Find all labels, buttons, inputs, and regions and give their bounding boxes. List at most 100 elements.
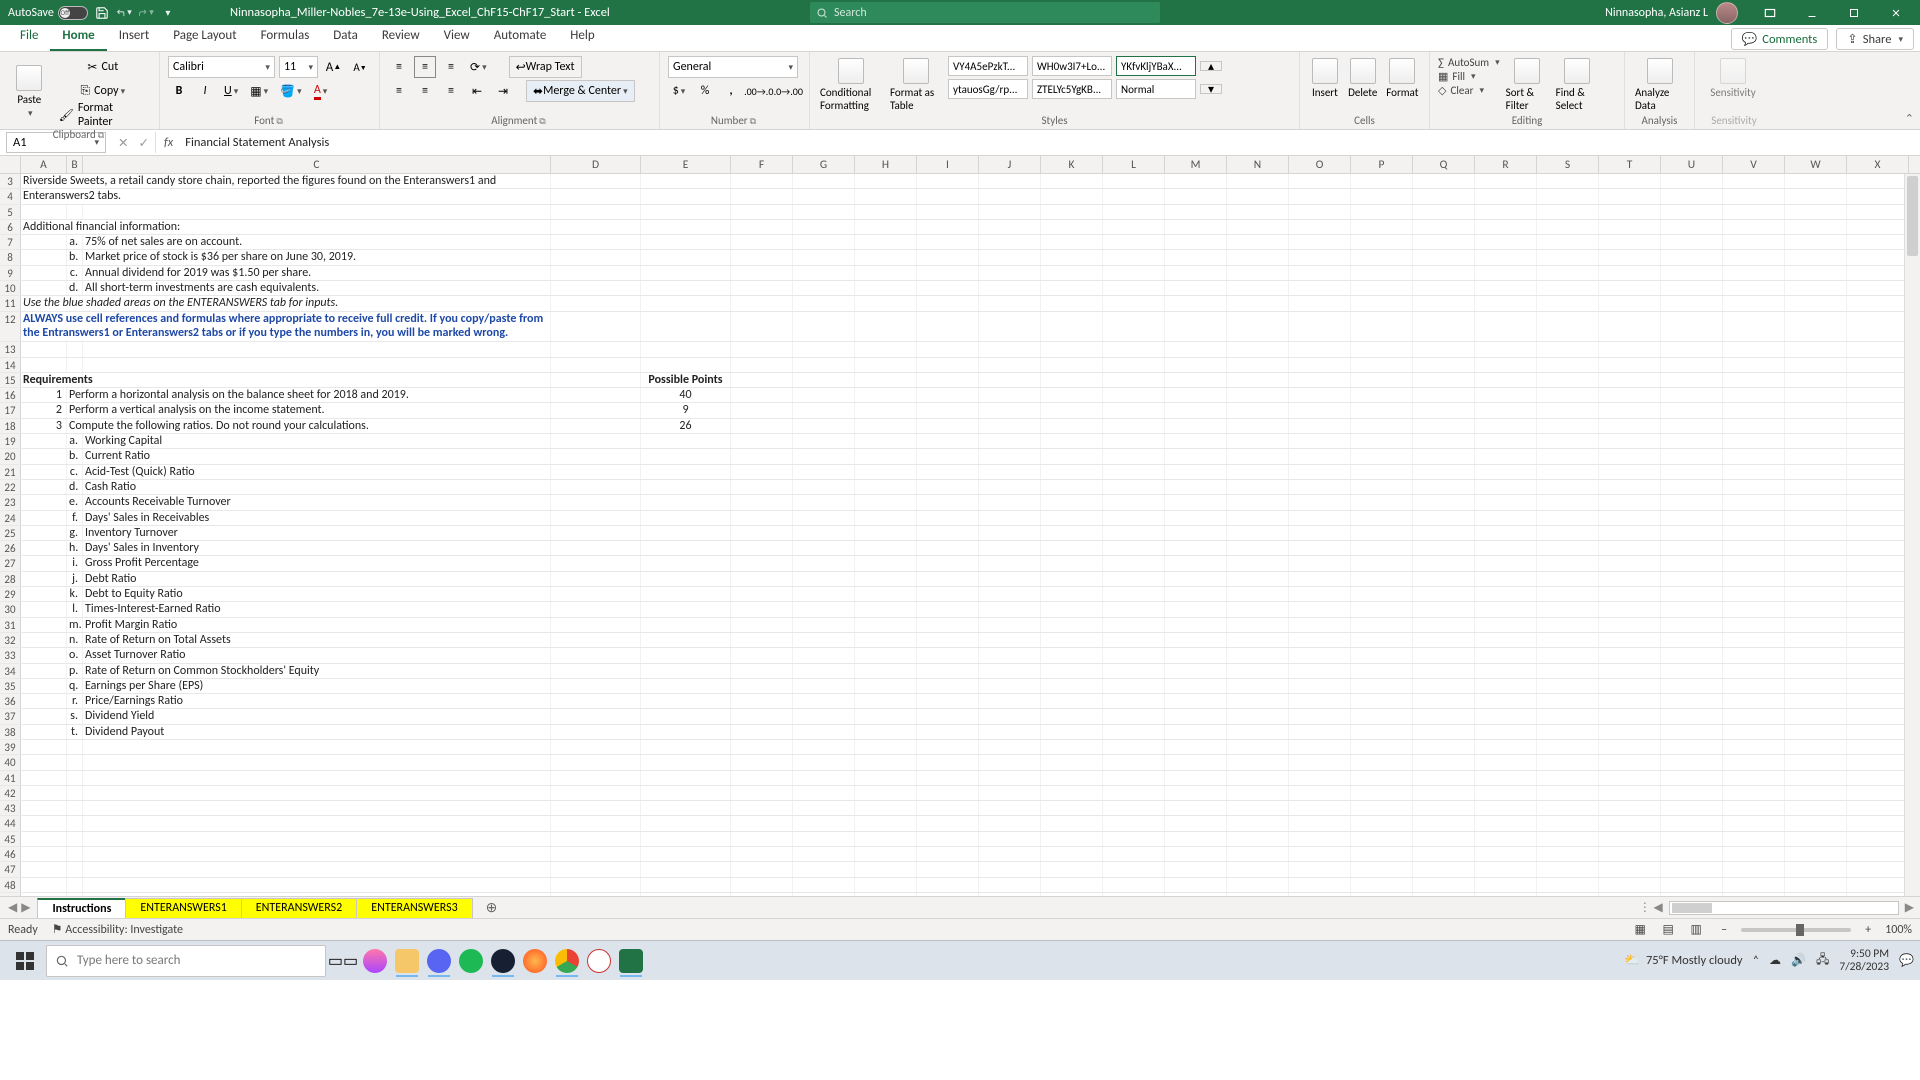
cell-B26[interactable]: h. — [67, 541, 83, 555]
cell-P15[interactable] — [1351, 373, 1413, 387]
select-all-corner[interactable] — [0, 156, 21, 173]
clear-button[interactable]: ◇ Clear ▾ — [1438, 84, 1500, 97]
cell-U35[interactable] — [1661, 679, 1723, 693]
cell-N9[interactable] — [1227, 266, 1289, 280]
cell-J7[interactable] — [979, 235, 1041, 249]
cell-P7[interactable] — [1351, 235, 1413, 249]
cell-J24[interactable] — [979, 511, 1041, 525]
cell-H29[interactable] — [855, 587, 917, 601]
cell-A20[interactable] — [21, 449, 67, 463]
cell-S26[interactable] — [1537, 541, 1599, 555]
cell-L26[interactable] — [1103, 541, 1165, 555]
app-explorer-icon[interactable] — [392, 945, 422, 977]
cell-S29[interactable] — [1537, 587, 1599, 601]
cell-A6[interactable]: Additional financial information: — [21, 220, 551, 234]
cell-U36[interactable] — [1661, 694, 1723, 708]
cell-C7[interactable]: 75% of net sales are on account. — [83, 235, 551, 249]
cell-S38[interactable] — [1537, 725, 1599, 739]
cell-P36[interactable] — [1351, 694, 1413, 708]
cell-F28[interactable] — [731, 572, 793, 586]
cell-H34[interactable] — [855, 664, 917, 678]
cell-Q37[interactable] — [1413, 709, 1475, 723]
cell-R26[interactable] — [1475, 541, 1537, 555]
cell-U24[interactable] — [1661, 511, 1723, 525]
cell-O19[interactable] — [1289, 434, 1351, 448]
cell-Q39[interactable] — [1413, 740, 1475, 754]
cell-X26[interactable] — [1847, 541, 1909, 555]
cell-P8[interactable] — [1351, 250, 1413, 264]
decrease-decimal-button[interactable]: .0→.00 — [776, 80, 802, 102]
cell-A8[interactable] — [21, 250, 67, 264]
cell-J18[interactable] — [979, 419, 1041, 433]
cell-H24[interactable] — [855, 511, 917, 525]
cell-M15[interactable] — [1165, 373, 1227, 387]
app-chrome-icon[interactable] — [552, 945, 582, 977]
cell-J38[interactable] — [979, 725, 1041, 739]
format-as-table-button[interactable]: Format as Table — [888, 56, 944, 112]
cell-N5[interactable] — [1227, 205, 1289, 219]
cell-R34[interactable] — [1475, 664, 1537, 678]
cell-O25[interactable] — [1289, 526, 1351, 540]
cell-A21[interactable] — [21, 465, 67, 479]
cell-U23[interactable] — [1661, 495, 1723, 509]
cell-W5[interactable] — [1785, 205, 1847, 219]
cell-P19[interactable] — [1351, 434, 1413, 448]
col-header-Q[interactable]: Q — [1413, 156, 1475, 173]
cell-N4[interactable] — [1227, 189, 1289, 203]
cell-Q30[interactable] — [1413, 602, 1475, 616]
cell-E25[interactable] — [641, 526, 731, 540]
cell-M3[interactable] — [1165, 174, 1227, 188]
cell-M17[interactable] — [1165, 403, 1227, 417]
user-account[interactable]: Ninnasopha, Asianz L — [1605, 2, 1738, 24]
cell-A39[interactable] — [21, 740, 67, 754]
cell-B14[interactable] — [67, 358, 83, 372]
cell-E8[interactable] — [641, 250, 731, 264]
cell-F5[interactable] — [731, 205, 793, 219]
sheet-tab-instructions[interactable]: Instructions — [37, 898, 126, 918]
row-header[interactable]: 13 — [0, 342, 21, 356]
cell-X27[interactable] — [1847, 556, 1909, 570]
cell-K21[interactable] — [1041, 465, 1103, 479]
cell-H39[interactable] — [855, 740, 917, 754]
align-middle-button[interactable]: ≡ — [414, 56, 436, 78]
cell-H11[interactable] — [855, 296, 917, 310]
cell-M21[interactable] — [1165, 465, 1227, 479]
cell-J31[interactable] — [979, 618, 1041, 632]
cell-X37[interactable] — [1847, 709, 1909, 723]
cell-V10[interactable] — [1723, 281, 1785, 295]
cell-W7[interactable] — [1785, 235, 1847, 249]
cell-V25[interactable] — [1723, 526, 1785, 540]
cell-D11[interactable] — [551, 296, 641, 310]
cell-N18[interactable] — [1227, 419, 1289, 433]
cell-W14[interactable] — [1785, 358, 1847, 372]
cell-F22[interactable] — [731, 480, 793, 494]
cell-O21[interactable] — [1289, 465, 1351, 479]
cell-C10[interactable]: All short-term investments are cash equi… — [83, 281, 551, 295]
cell-J32[interactable] — [979, 633, 1041, 647]
cell-D19[interactable] — [551, 434, 641, 448]
row-header[interactable]: 20 — [0, 449, 21, 463]
cell-G4[interactable] — [793, 189, 855, 203]
cell-U39[interactable] — [1661, 740, 1723, 754]
cell-L34[interactable] — [1103, 664, 1165, 678]
cell-X13[interactable] — [1847, 342, 1909, 356]
cell-V28[interactable] — [1723, 572, 1785, 586]
cell-S10[interactable] — [1537, 281, 1599, 295]
cell-G21[interactable] — [793, 465, 855, 479]
cell-F10[interactable] — [731, 281, 793, 295]
cell-W25[interactable] — [1785, 526, 1847, 540]
cell-B8[interactable]: b. — [67, 250, 83, 264]
cell-R18[interactable] — [1475, 419, 1537, 433]
cell-S35[interactable] — [1537, 679, 1599, 693]
cell-D13[interactable] — [551, 342, 641, 356]
cell-I8[interactable] — [917, 250, 979, 264]
cell-L22[interactable] — [1103, 480, 1165, 494]
cell-K27[interactable] — [1041, 556, 1103, 570]
cell-S19[interactable] — [1537, 434, 1599, 448]
cell-W11[interactable] — [1785, 296, 1847, 310]
cell-E32[interactable] — [641, 633, 731, 647]
cell-I23[interactable] — [917, 495, 979, 509]
cell-S37[interactable] — [1537, 709, 1599, 723]
cell-E15[interactable]: Possible Points — [641, 373, 731, 387]
cell-F13[interactable] — [731, 342, 793, 356]
